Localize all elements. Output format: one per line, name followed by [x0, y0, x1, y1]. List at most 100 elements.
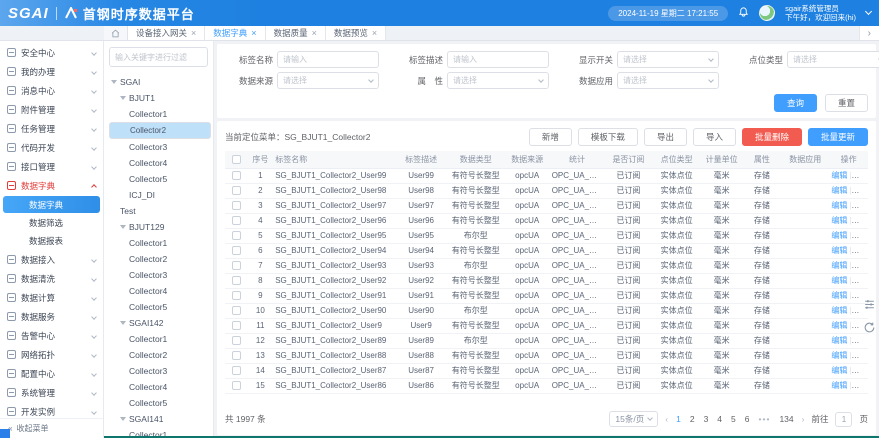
tree-node[interactable]: Collector5 [109, 171, 208, 187]
point-type-select[interactable]: 请选择 [787, 51, 879, 68]
edit-link[interactable]: 编辑 [831, 366, 847, 375]
attribute-select[interactable]: 请选择 [447, 72, 549, 89]
tree-caret-icon[interactable] [120, 321, 126, 325]
sidebar-item-code-dev[interactable]: 代码开发 [0, 138, 103, 157]
edit-link[interactable]: 编辑 [831, 186, 847, 195]
tree-node[interactable]: Collector5 [109, 299, 208, 315]
reset-button[interactable]: 重置 [825, 94, 868, 112]
sidebar-item-security-center[interactable]: 安全中心 [0, 43, 103, 62]
tree-node[interactable]: BJUT1 [109, 90, 208, 106]
page-number[interactable]: 5 [730, 414, 737, 424]
tree-node[interactable]: Collector3 [109, 139, 208, 155]
prev-page-button[interactable]: ‹ [665, 414, 668, 424]
sidebar-item-data-service[interactable]: 数据服务 [0, 307, 103, 326]
tree-node[interactable]: Collector4 [109, 283, 208, 299]
sidebar-subitem-data-report[interactable]: 数据报表 [3, 232, 100, 249]
tree-node[interactable]: SGAI141 [109, 411, 208, 427]
edit-link[interactable]: 编辑 [831, 306, 847, 315]
collapse-menu-button[interactable]: «收起菜单 [0, 418, 103, 438]
tab-item[interactable]: 设备接入网关× [128, 26, 205, 40]
tree-node[interactable]: Collector4 [109, 379, 208, 395]
tree-node[interactable]: Collector2 [109, 347, 208, 363]
tree-node[interactable]: Collector3 [109, 363, 208, 379]
row-checkbox[interactable] [232, 231, 241, 240]
edit-link[interactable]: 编辑 [831, 351, 847, 360]
bell-icon[interactable] [738, 6, 749, 20]
sidebar-item-task-mgmt[interactable]: 任务管理 [0, 119, 103, 138]
avatar[interactable] [759, 5, 775, 21]
edit-link[interactable]: 编辑 [831, 336, 847, 345]
row-checkbox[interactable] [232, 291, 241, 300]
edit-link[interactable]: 编辑 [831, 276, 847, 285]
sidebar-item-data-access[interactable]: 数据接入 [0, 250, 103, 269]
tree-caret-icon[interactable] [111, 80, 117, 84]
row-checkbox[interactable] [232, 366, 241, 375]
close-icon[interactable]: × [251, 29, 256, 38]
batch-delete-button[interactable]: 批量删除 [742, 128, 802, 146]
select-all-checkbox[interactable] [232, 155, 241, 164]
import-button[interactable]: 导入 [693, 128, 736, 146]
tab-item[interactable]: 数据质量× [266, 26, 326, 40]
row-checkbox[interactable] [232, 381, 241, 390]
row-checkbox[interactable] [232, 171, 241, 180]
tree-node[interactable]: Collector4 [109, 155, 208, 171]
search-button[interactable]: 查询 [774, 94, 817, 112]
tree-caret-icon[interactable] [120, 417, 126, 421]
close-icon[interactable]: × [191, 29, 196, 38]
add-button[interactable]: 新增 [529, 128, 572, 146]
row-checkbox[interactable] [232, 201, 241, 210]
tree-caret-icon[interactable] [120, 96, 126, 100]
tree-node[interactable]: Collector2 [109, 251, 208, 267]
sidebar-item-my-todo[interactable]: 我的办理 [0, 62, 103, 81]
tag-desc-input[interactable] [447, 51, 549, 68]
row-checkbox[interactable] [232, 276, 241, 285]
tab-item[interactable]: 数据字典× [205, 26, 265, 40]
row-checkbox[interactable] [232, 261, 241, 270]
sidebar-item-api-mgmt[interactable]: 接口管理 [0, 157, 103, 176]
edit-link[interactable]: 编辑 [831, 321, 847, 330]
next-page-button[interactable]: › [802, 414, 805, 424]
tag-name-input[interactable] [277, 51, 379, 68]
row-checkbox[interactable] [232, 336, 241, 345]
sidebar-item-attachment-mgmt[interactable]: 附件管理 [0, 100, 103, 119]
page-size-select[interactable]: 15条/页 [609, 411, 658, 427]
edit-link[interactable]: 编辑 [831, 171, 847, 180]
tree-node[interactable]: Test [109, 203, 208, 219]
sidebar-item-config-center[interactable]: 配置中心 [0, 364, 103, 383]
row-checkbox[interactable] [232, 186, 241, 195]
sidebar-item-data-compute[interactable]: 数据计算 [0, 288, 103, 307]
goto-page-input[interactable] [835, 412, 852, 427]
data-app-select[interactable]: 请选择 [617, 72, 719, 89]
close-icon[interactable]: × [372, 29, 377, 38]
tree-node[interactable]: SGAI142 [109, 315, 208, 331]
export-button[interactable]: 导出 [644, 128, 687, 146]
tree-node[interactable]: Collector5 [109, 395, 208, 411]
page-number[interactable]: 2 [689, 414, 696, 424]
row-checkbox[interactable] [232, 216, 241, 225]
edit-link[interactable]: 编辑 [831, 216, 847, 225]
column-settings-icon[interactable] [863, 298, 876, 313]
row-checkbox[interactable] [232, 306, 241, 315]
tree-node[interactable]: ICJ_DI [109, 187, 208, 203]
tree-node[interactable]: Collector1 [109, 331, 208, 347]
edit-link[interactable]: 编辑 [831, 201, 847, 210]
tree-node[interactable]: BJUT129 [109, 219, 208, 235]
data-source-select[interactable]: 请选择 [277, 72, 379, 89]
page-number[interactable]: 4 [716, 414, 723, 424]
tree-node[interactable]: Collector3 [109, 267, 208, 283]
row-checkbox[interactable] [232, 246, 241, 255]
row-checkbox[interactable] [232, 321, 241, 330]
tab-overflow-chevron-icon[interactable]: › [859, 26, 879, 40]
row-checkbox[interactable] [232, 351, 241, 360]
chevron-down-icon[interactable] [865, 8, 872, 15]
edit-link[interactable]: 编辑 [831, 261, 847, 270]
edit-link[interactable]: 编辑 [831, 246, 847, 255]
edit-link[interactable]: 编辑 [831, 381, 847, 390]
template-download-button[interactable]: 模板下载 [578, 128, 638, 146]
tab-item[interactable]: 数据预览× [326, 26, 386, 40]
sidebar-item-message-center[interactable]: 消息中心 [0, 81, 103, 100]
edit-link[interactable]: 编辑 [831, 231, 847, 240]
sidebar-item-data-dictionary[interactable]: 数据字典 [0, 176, 103, 195]
tree-filter-input[interactable] [109, 47, 208, 67]
batch-update-button[interactable]: 批量更新 [808, 128, 868, 146]
